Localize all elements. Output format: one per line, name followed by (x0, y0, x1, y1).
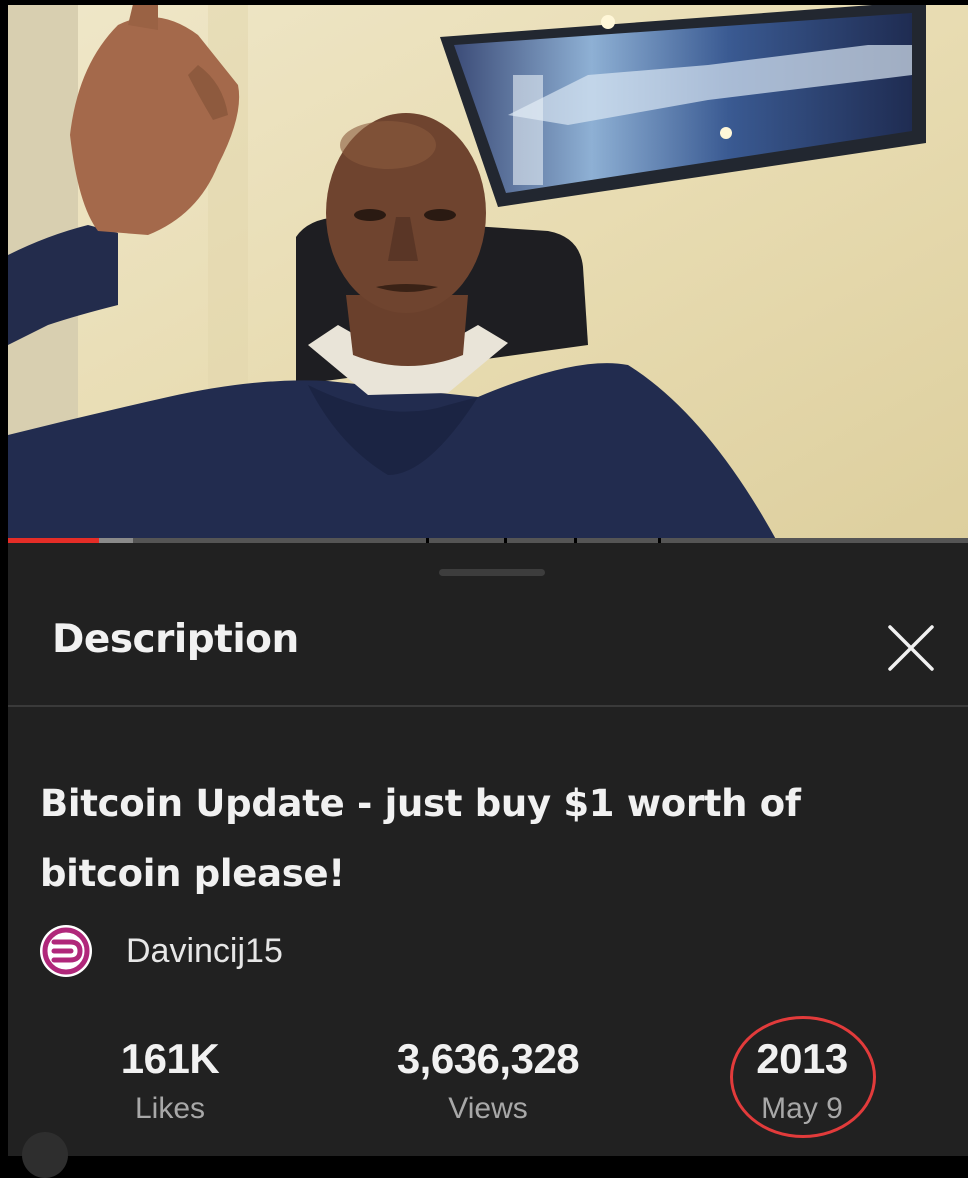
channel-name[interactable]: Davincij15 (126, 932, 283, 971)
drag-handle[interactable] (439, 569, 545, 576)
views-count: 3,636,328 (396, 1035, 580, 1082)
views-label: Views (448, 1092, 528, 1125)
panel-header: Description (8, 605, 968, 707)
close-icon (888, 625, 934, 671)
channel-logo-icon (42, 927, 90, 975)
avatar[interactable] (40, 925, 92, 977)
video-frame-image (8, 5, 968, 543)
views-stat: 3,636,328 Views (368, 1033, 608, 1133)
channel-link[interactable]: Davincij15 (40, 923, 283, 979)
video-player[interactable] (0, 0, 968, 543)
likes-count: 161K (120, 1035, 220, 1082)
likes-label: Likes (134, 1092, 206, 1125)
likes-stat: 161K Likes (110, 1033, 230, 1133)
description-panel: Description Bitcoin Update - just buy $1… (8, 543, 968, 1156)
close-button[interactable] (876, 613, 946, 683)
corner-overlay-badge (22, 1132, 68, 1178)
red-annotation-circle (730, 1016, 876, 1138)
video-title: Bitcoin Update - just buy $1 worth of bi… (40, 782, 801, 895)
panel-title: Description (52, 617, 299, 662)
